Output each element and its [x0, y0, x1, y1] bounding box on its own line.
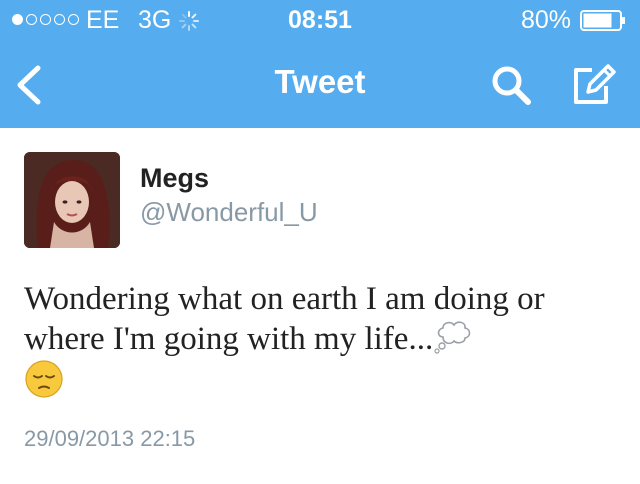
- author-name[interactable]: Megs: [140, 163, 209, 194]
- avatar[interactable]: [24, 152, 120, 248]
- search-icon[interactable]: [488, 62, 534, 108]
- tweet-body: Wondering what on earth I am doing or wh…: [24, 279, 624, 401]
- avatar-photo: [24, 152, 120, 248]
- tweet-timestamp: 29/09/2013 22:15: [24, 426, 196, 451]
- battery-percentage: 80%: [521, 6, 572, 34]
- page-title: Tweet: [274, 63, 366, 100]
- status-bar: EE 3G 08:51 80%: [0, 0, 640, 40]
- pensive-face-icon: [25, 360, 63, 398]
- thought-bubble-icon: [434, 321, 471, 354]
- compose-icon[interactable]: [568, 62, 616, 108]
- battery-icon: [580, 10, 625, 31]
- author-handle[interactable]: @Wonderful_U: [140, 197, 318, 228]
